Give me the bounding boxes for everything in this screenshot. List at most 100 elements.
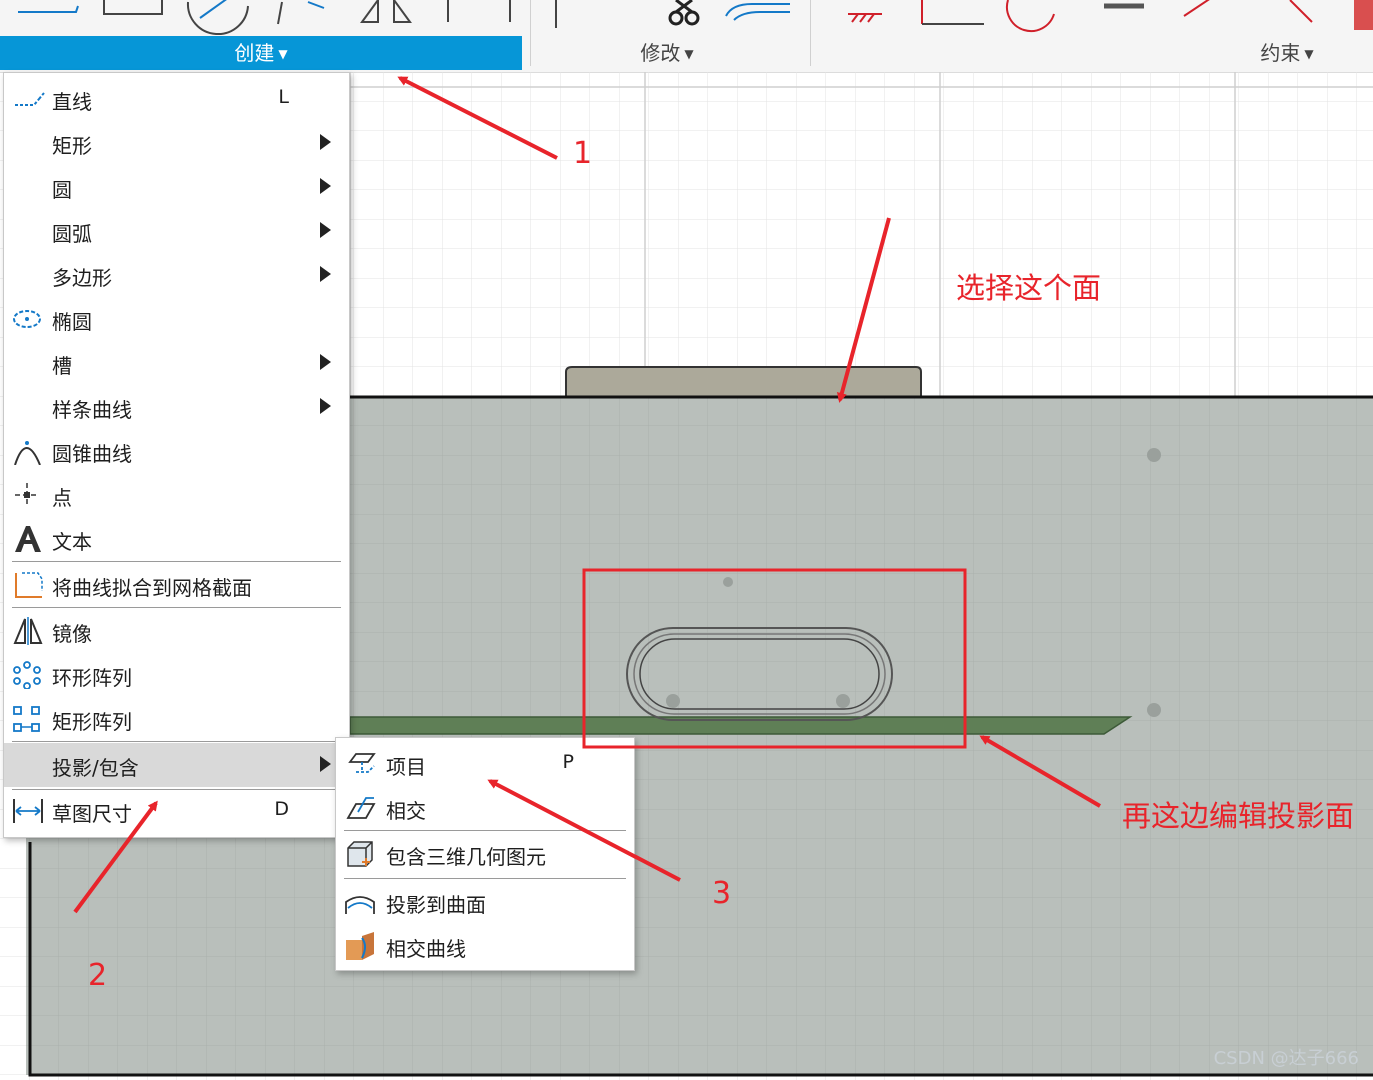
menu-item-project-include[interactable]: 投影/包含 — [4, 743, 349, 787]
mirror-icon[interactable] — [360, 0, 412, 23]
menu-item-label: 草图尺寸 — [52, 802, 132, 826]
project-icon — [348, 753, 376, 773]
tab-modify[interactable]: 修改 ▼ — [600, 36, 734, 70]
annotation-step-2: 2 — [88, 958, 108, 993]
submenu-item-include-3d[interactable]: 包含三维几何图元 — [336, 832, 634, 874]
menu-item-sketch-dimension[interactable]: 草图尺寸 D — [4, 789, 349, 831]
menu-separator — [12, 561, 341, 562]
menu-item-label: 矩形 — [52, 134, 92, 158]
tab-modify-label: 修改 — [640, 41, 681, 65]
submenu-arrow-icon — [320, 756, 331, 772]
tab-constraints[interactable]: 约束 ▼ — [1220, 36, 1354, 70]
intersection-curve-icon — [346, 932, 374, 960]
chevron-down-icon: ▼ — [278, 47, 288, 61]
rect-pattern-icon — [13, 706, 40, 732]
project-surface-icon — [345, 896, 375, 914]
menu-item-label: 槽 — [52, 354, 72, 378]
fix-icon[interactable] — [848, 13, 882, 23]
menu-item-ellipse[interactable]: 椭圆 — [4, 297, 349, 339]
fit-curve-icon — [15, 572, 43, 598]
menu-item-polygon[interactable]: 多边形 — [4, 253, 349, 295]
menu-item-mirror[interactable]: 镜像 — [4, 609, 349, 651]
annotation-select-face: 选择这个面 — [956, 271, 1102, 305]
submenu-arrow-icon — [320, 134, 331, 150]
menu-item-label: 直线 — [52, 90, 92, 114]
trim-icon[interactable] — [447, 0, 557, 28]
dimension-icon — [13, 799, 43, 823]
annotation-step-3: 3 — [712, 876, 732, 911]
conic-icon — [14, 441, 41, 465]
menu-item-label: 相交 — [386, 799, 426, 823]
menu-separator — [12, 741, 341, 742]
point-icon — [15, 483, 39, 507]
menu-item-label: 多边形 — [52, 266, 112, 290]
perpendicular-icon[interactable] — [921, 0, 984, 25]
menu-item-label: 投影到曲面 — [386, 893, 486, 917]
circle-icon[interactable] — [186, 0, 249, 36]
menu-item-label: 矩形阵列 — [52, 710, 132, 734]
menu-item-line[interactable]: 直线 L — [4, 77, 349, 119]
menu-item-fit-curve[interactable]: 将曲线拟合到网格截面 — [4, 563, 349, 605]
menu-item-label: 投影/包含 — [52, 756, 139, 780]
submenu-item-project-to-surface[interactable]: 投影到曲面 — [336, 880, 634, 922]
menu-item-label: 圆锥曲线 — [52, 442, 132, 466]
collinear-icon[interactable] — [1354, 0, 1373, 30]
line-icon — [15, 92, 45, 106]
tab-constraints-label: 约束 — [1260, 41, 1301, 65]
menu-separator — [344, 830, 626, 831]
menu-item-label: 点 — [52, 486, 72, 510]
menu-item-label: 镜像 — [52, 622, 92, 646]
shortcut-label: L — [278, 86, 289, 108]
menu-item-label: 包含三维几何图元 — [386, 845, 546, 869]
submenu-arrow-icon — [320, 222, 331, 238]
menu-item-slot[interactable]: 槽 — [4, 341, 349, 383]
menu-item-label: 样条曲线 — [52, 398, 132, 422]
menu-item-circle[interactable]: 圆 — [4, 165, 349, 207]
menu-item-rect-pattern[interactable]: 矩形阵列 — [4, 697, 349, 739]
menu-item-label: 相交曲线 — [386, 937, 466, 961]
menu-item-circular-pattern[interactable]: 环形阵列 — [4, 653, 349, 695]
submenu-item-intersect[interactable]: 相交 — [336, 786, 634, 828]
menu-separator — [12, 607, 341, 608]
submenu-item-project[interactable]: 项目 P — [336, 742, 634, 784]
arc-icon[interactable] — [277, 1, 325, 25]
sketch-toolbar: 创建 ▼ 修改 ▼ 约束 ▼ — [0, 0, 1373, 73]
submenu-arrow-icon — [320, 178, 331, 194]
tab-create[interactable]: 创建 ▼ — [0, 36, 522, 70]
line-icon[interactable] — [18, 5, 79, 13]
menu-item-label: 圆弧 — [52, 222, 92, 246]
menu-item-label: 椭圆 — [52, 310, 92, 334]
menu-separator — [344, 878, 626, 879]
menu-item-label: 环形阵列 — [52, 666, 132, 690]
toolbar-divider — [530, 0, 531, 66]
boss-feature[interactable] — [565, 366, 922, 398]
menu-item-rectangle[interactable]: 矩形 — [4, 121, 349, 163]
include-3d-icon — [347, 841, 373, 867]
toolbar-divider — [810, 0, 811, 66]
parallel-icon[interactable] — [1183, 0, 1313, 23]
shortcut-label: D — [274, 798, 289, 820]
annotation-step-1: 1 — [573, 136, 593, 171]
chevron-down-icon: ▼ — [684, 47, 694, 61]
fillet-icon[interactable] — [725, 3, 790, 21]
tab-create-label: 创建 — [234, 41, 275, 65]
menu-item-conic[interactable]: 圆锥曲线 — [4, 429, 349, 471]
shortcut-label: P — [562, 751, 574, 773]
menu-item-arc[interactable]: 圆弧 — [4, 209, 349, 251]
mirror-icon — [13, 617, 43, 645]
submenu-item-intersection-curve[interactable]: 相交曲线 — [336, 924, 634, 966]
toolbar-icons — [18, 0, 1373, 36]
rectangle-icon[interactable] — [103, 0, 163, 15]
menu-item-spline[interactable]: 样条曲线 — [4, 385, 349, 427]
menu-item-point[interactable]: 点 — [4, 473, 349, 515]
intersect-icon — [346, 797, 376, 819]
annotation-edit-projection: 再这边编辑投影面 — [1122, 799, 1355, 833]
menu-item-label: 将曲线拟合到网格截面 — [52, 576, 252, 600]
submenu-arrow-icon — [320, 266, 331, 282]
text-icon — [15, 526, 41, 552]
tangent-icon[interactable] — [1005, 0, 1055, 33]
circular-pattern-icon — [13, 661, 41, 689]
create-dropdown-menu: 直线 L 矩形 圆 圆弧 多边形 椭圆 槽 样条曲线 圆锥曲线 点 文本 将曲线… — [3, 72, 350, 838]
scissors-icon[interactable] — [668, 0, 700, 26]
menu-item-text[interactable]: 文本 — [4, 517, 349, 559]
